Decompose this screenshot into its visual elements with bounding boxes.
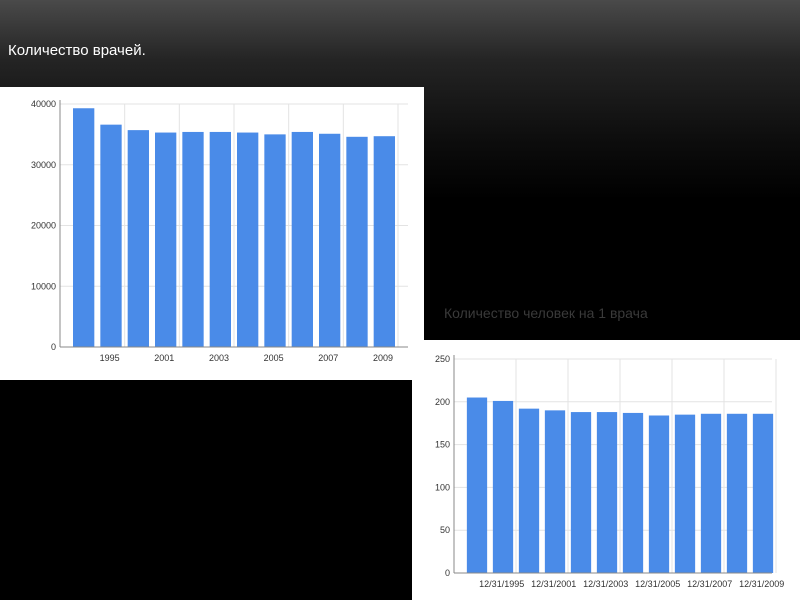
bar <box>492 400 514 573</box>
slide-title: Количество врачей. <box>8 42 146 59</box>
bar <box>700 413 722 573</box>
bar <box>726 413 748 573</box>
bar <box>291 131 313 347</box>
y-tick-label: 200 <box>435 397 450 407</box>
slide: { "slide": { "title": "Количество врачей… <box>0 0 800 600</box>
y-tick-label: 20000 <box>31 221 56 231</box>
x-tick-label: 12/31/2001 <box>531 579 576 589</box>
y-tick-label: 0 <box>51 342 56 352</box>
bar <box>100 124 122 347</box>
x-tick-label: 2009 <box>373 353 393 363</box>
bar <box>570 412 592 573</box>
x-tick-label: 12/31/1995 <box>479 579 524 589</box>
bar <box>182 131 204 347</box>
doctors-chart-panel: 0 10000 20000 30000 40000 1995 2001 2003 2005 200… <box>0 87 424 380</box>
bar <box>346 136 368 347</box>
y-tick-label: 30000 <box>31 160 56 170</box>
x-tick-label: 12/31/2009 <box>739 579 784 589</box>
bar <box>466 397 488 573</box>
bar <box>319 133 341 347</box>
x-tick-label: 12/31/2003 <box>583 579 628 589</box>
bar <box>622 412 644 573</box>
bar <box>209 131 231 347</box>
people-per-doctor-chart-panel: 0 50 100 150 200 250 12/31/1995 12/31/2001 12/31… <box>412 340 800 600</box>
x-tick-label: 2003 <box>209 353 229 363</box>
bar <box>264 134 286 347</box>
people-per-doctor-bar-chart: 0 50 100 150 200 250 12/31/1995 12/31/2001 12/31… <box>435 354 784 589</box>
bar <box>648 415 670 573</box>
x-tick-label: 2001 <box>154 353 174 363</box>
x-tick-label: 12/31/2005 <box>635 579 680 589</box>
y-tick-label: 150 <box>435 440 450 450</box>
chart2-title: Количество человек на 1 врача <box>444 305 648 321</box>
bar <box>73 108 95 347</box>
bar <box>127 130 149 347</box>
y-tick-label: 40000 <box>31 99 56 109</box>
y-tick-label: 100 <box>435 482 450 492</box>
doctors-bar-chart: 0 10000 20000 30000 40000 1995 2001 2003 2005 200… <box>31 99 408 363</box>
x-tick-label: 2005 <box>264 353 284 363</box>
bar <box>674 414 696 573</box>
bar <box>518 408 540 573</box>
bar <box>596 412 618 573</box>
y-tick-label: 10000 <box>31 281 56 291</box>
bar <box>752 413 774 573</box>
x-tick-label: 2007 <box>318 353 338 363</box>
bar <box>373 136 395 347</box>
x-tick-label: 1995 <box>100 353 120 363</box>
bar <box>544 410 566 573</box>
x-tick-label: 12/31/2007 <box>687 579 732 589</box>
bar <box>237 132 259 347</box>
y-tick-label: 250 <box>435 354 450 364</box>
bar <box>155 132 177 347</box>
y-tick-label: 0 <box>445 568 450 578</box>
y-tick-label: 50 <box>440 525 450 535</box>
